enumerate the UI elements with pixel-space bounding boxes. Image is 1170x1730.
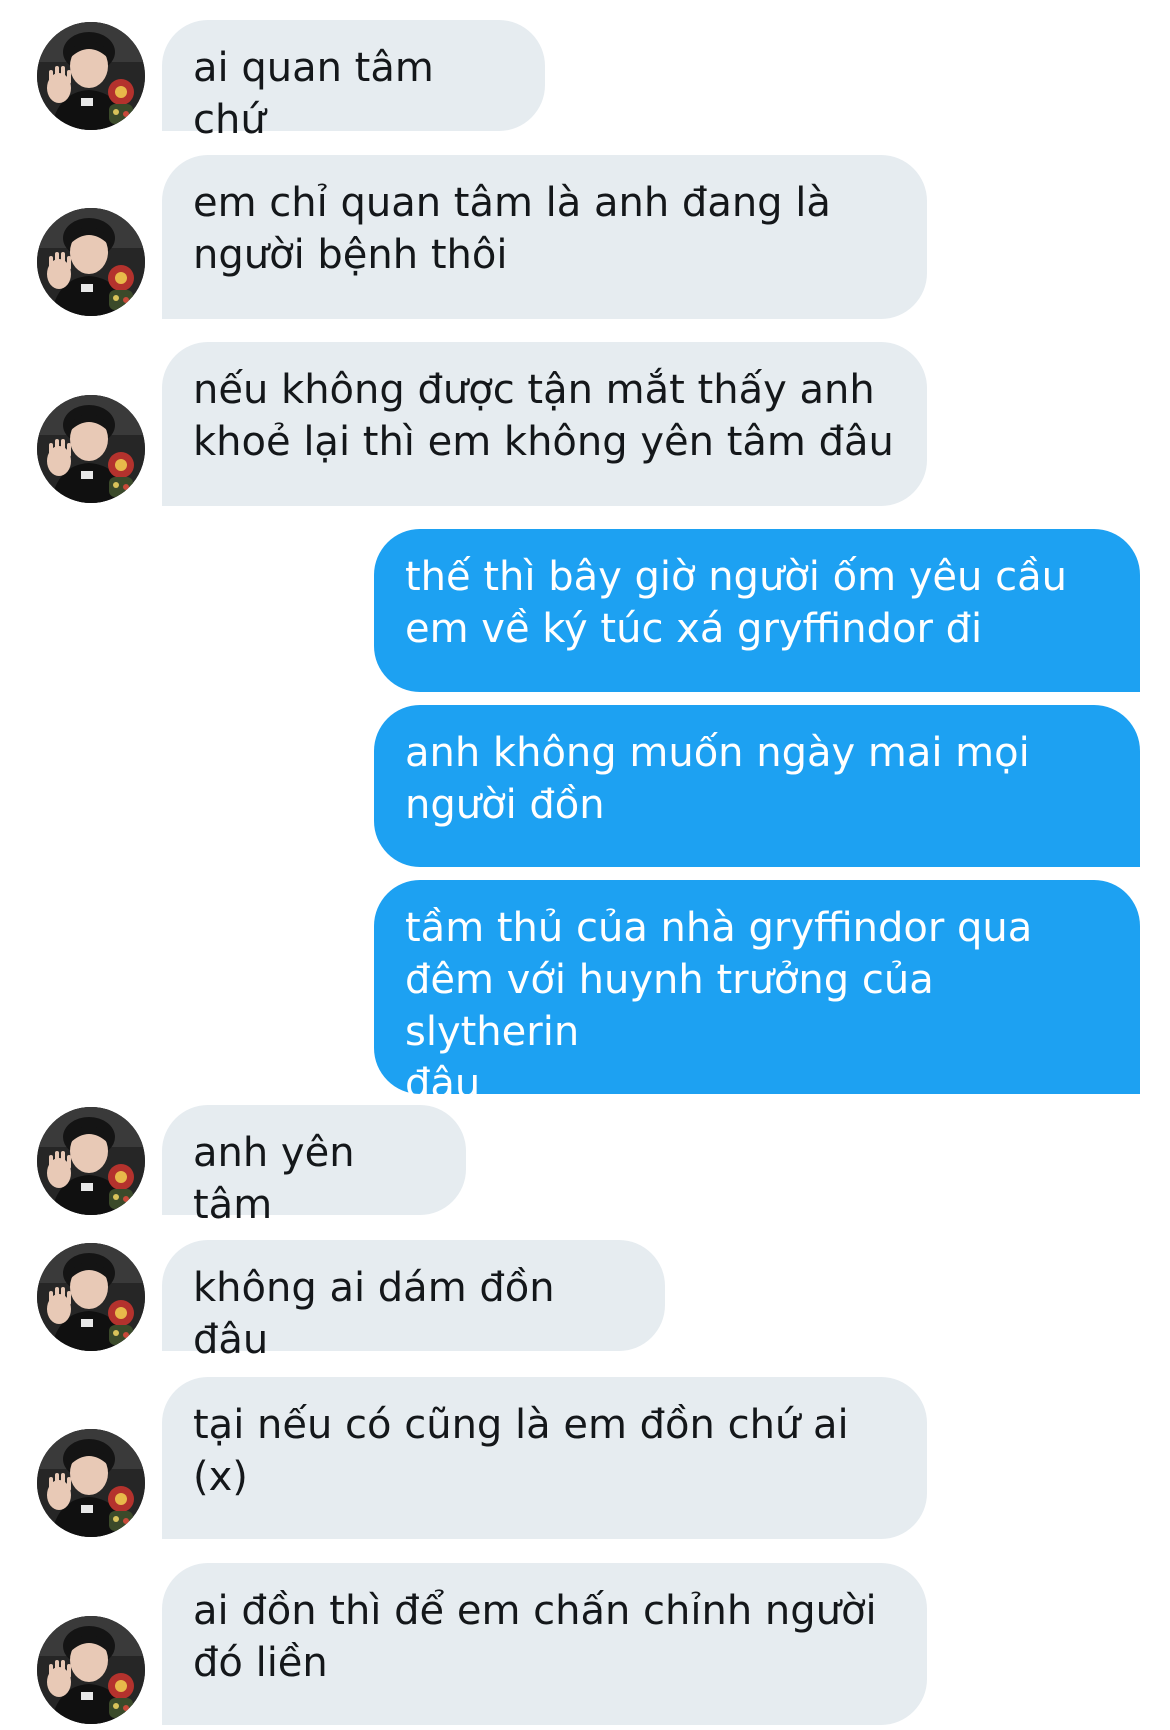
sender-avatar[interactable]	[37, 208, 145, 316]
sender-avatar[interactable]	[37, 395, 145, 503]
avatar-photo-icon	[37, 22, 145, 130]
avatar-photo-icon	[37, 208, 145, 316]
message-bubble-incoming[interactable]: anh yên tâm	[162, 1105, 466, 1228]
message-bubble-incoming[interactable]: không ai dám đồn đâu	[162, 1240, 665, 1363]
avatar-photo-icon	[37, 1107, 145, 1215]
avatar-photo-icon	[37, 1429, 145, 1537]
sender-avatar[interactable]	[37, 1243, 145, 1351]
message-bubble-outgoing[interactable]: tầm thủ của nhà gryffindor qua đêm với h…	[374, 880, 1140, 1107]
message-bubble-incoming[interactable]: ai đồn thì để em chấn chỉnh người đó liề…	[162, 1563, 927, 1725]
message-bubble-incoming[interactable]: ai quan tâm chứ	[162, 20, 545, 143]
avatar-photo-icon	[37, 1616, 145, 1724]
sender-avatar[interactable]	[37, 22, 145, 130]
sender-avatar[interactable]	[37, 1616, 145, 1724]
message-bubble-incoming[interactable]: nếu không được tận mắt thấy anh khoẻ lại…	[162, 342, 927, 506]
sender-avatar[interactable]	[37, 1107, 145, 1215]
message-bubble-incoming[interactable]: em chỉ quan tâm là anh đang là người bện…	[162, 155, 927, 319]
message-bubble-outgoing[interactable]: anh không muốn ngày mai mọi người đồn	[374, 705, 1140, 867]
sender-avatar[interactable]	[37, 1429, 145, 1537]
message-bubble-outgoing[interactable]: thế thì bây giờ người ốm yêu cầu em về k…	[374, 529, 1140, 692]
avatar-photo-icon	[37, 1243, 145, 1351]
avatar-photo-icon	[37, 395, 145, 503]
message-bubble-incoming[interactable]: tại nếu có cũng là em đồn chứ ai (x)	[162, 1377, 927, 1539]
